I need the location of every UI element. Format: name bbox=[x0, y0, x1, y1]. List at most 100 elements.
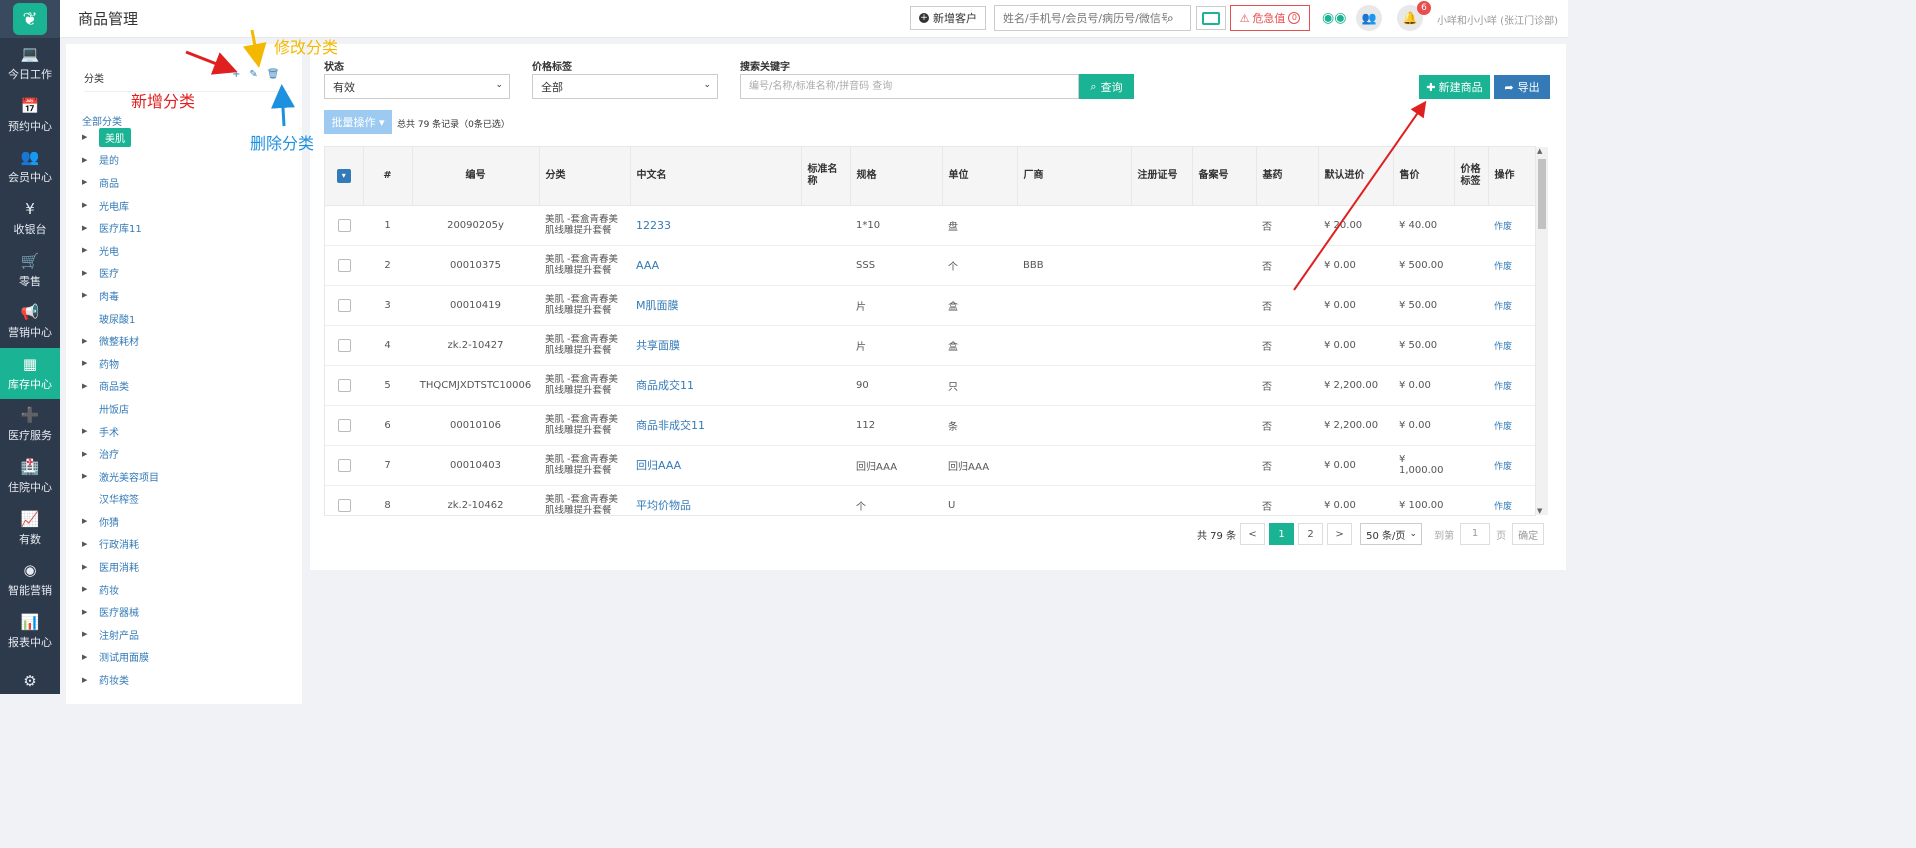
search-icon[interactable]: ⌕ bbox=[1167, 11, 1174, 26]
category-item[interactable]: ▶ 药物 bbox=[82, 352, 297, 375]
void-link[interactable]: 作废 bbox=[1494, 222, 1512, 232]
caret-right-icon[interactable]: ▶ bbox=[82, 540, 99, 548]
product-name-link[interactable]: 回归AAA bbox=[636, 459, 681, 472]
export-button[interactable]: ➦ 导出 bbox=[1494, 75, 1550, 99]
category-item[interactable]: ▶ 医用消耗 bbox=[82, 555, 297, 578]
sidebar-item-cart[interactable]: 🛒 零售 bbox=[0, 244, 60, 296]
category-label[interactable]: 美肌 bbox=[99, 127, 131, 147]
caret-right-icon[interactable]: ▶ bbox=[82, 630, 99, 638]
category-label[interactable]: 汉华榨签 bbox=[99, 491, 139, 506]
sidebar-item-bar-chart[interactable]: 📊 报表中心 bbox=[0, 606, 60, 658]
category-item[interactable]: ▶ 行政消耗 bbox=[82, 533, 297, 556]
page-size-select[interactable]: 50 条/页 ⌄ bbox=[1360, 523, 1423, 545]
category-label[interactable]: 测试用面膜 bbox=[99, 649, 149, 664]
category-label[interactable]: 卅饭店 bbox=[99, 401, 129, 416]
caret-right-icon[interactable]: ▶ bbox=[82, 133, 99, 141]
keyword-search-input[interactable] bbox=[740, 74, 1079, 99]
category-item[interactable]: ▶ 激光美容项目 bbox=[82, 465, 297, 488]
page-1-button[interactable]: 1 bbox=[1269, 523, 1295, 545]
category-item[interactable]: ▶ 光电 bbox=[82, 239, 297, 262]
category-label[interactable]: 药妆 bbox=[99, 582, 119, 597]
column-header[interactable]: 标准名称 bbox=[801, 147, 851, 206]
sidebar-item-building[interactable]: 🏥 住院中心 bbox=[0, 451, 60, 503]
sidebar-item-medkit[interactable]: ➕ 医疗服务 bbox=[0, 399, 60, 451]
caret-right-icon[interactable]: ▶ bbox=[82, 517, 99, 525]
void-link[interactable]: 作废 bbox=[1494, 502, 1512, 512]
sidebar-item-users[interactable]: 👥 会员中心 bbox=[0, 141, 60, 193]
product-name-link[interactable]: M肌面膜 bbox=[636, 299, 679, 312]
column-header[interactable]: 中文名 bbox=[630, 147, 802, 206]
category-item[interactable]: 卅饭店 bbox=[82, 397, 297, 420]
category-label[interactable]: 肉毒 bbox=[99, 288, 119, 303]
column-header[interactable]: 操作 bbox=[1488, 147, 1535, 206]
new-customer-button[interactable]: + 新增客户 bbox=[910, 6, 986, 30]
category-label[interactable]: 商品 bbox=[99, 175, 119, 190]
category-label[interactable]: 医疗库11 bbox=[99, 220, 142, 235]
category-label[interactable]: 玻尿酸1 bbox=[99, 311, 135, 326]
column-header[interactable]: # bbox=[363, 147, 413, 206]
void-link[interactable]: 作废 bbox=[1494, 422, 1512, 432]
caret-right-icon[interactable]: ▶ bbox=[82, 359, 99, 367]
sidebar-item-gear[interactable]: ⚙ bbox=[0, 657, 60, 694]
select-all-checkbox[interactable]: ▾ bbox=[336, 168, 351, 183]
table-scrollbar[interactable]: ▲ ▼ bbox=[1536, 147, 1548, 515]
category-label[interactable]: 医疗 bbox=[99, 265, 119, 280]
goto-confirm-button[interactable]: 确定 bbox=[1512, 523, 1545, 545]
caret-right-icon[interactable]: ▶ bbox=[82, 585, 99, 593]
column-header[interactable]: 单位 bbox=[942, 147, 1018, 206]
void-link[interactable]: 作废 bbox=[1494, 342, 1512, 352]
id-card-reader-button[interactable] bbox=[1196, 6, 1226, 30]
category-label[interactable]: 你猜 bbox=[99, 514, 119, 529]
row-checkbox[interactable] bbox=[337, 258, 351, 272]
caret-right-icon[interactable]: ▶ bbox=[82, 269, 99, 277]
wechat-icon[interactable]: ◉◉ bbox=[1322, 10, 1346, 26]
row-checkbox[interactable] bbox=[337, 378, 351, 392]
product-name-link[interactable]: 12233 bbox=[636, 219, 671, 232]
user-group-icon[interactable]: 👥 bbox=[1356, 5, 1382, 31]
category-label[interactable]: 微整耗材 bbox=[99, 333, 139, 348]
caret-right-icon[interactable]: ▶ bbox=[82, 472, 99, 480]
category-label[interactable]: 光电库 bbox=[99, 198, 129, 213]
caret-right-icon[interactable]: ▶ bbox=[82, 382, 99, 390]
sidebar-item-bullhorn[interactable]: 📢 营销中心 bbox=[0, 296, 60, 348]
caret-right-icon[interactable]: ▶ bbox=[82, 178, 99, 186]
category-item[interactable]: ▶ 药妆类 bbox=[82, 668, 297, 691]
category-label[interactable]: 光电 bbox=[99, 243, 119, 258]
category-item[interactable]: ▶ 商品 bbox=[82, 171, 297, 194]
caret-right-icon[interactable]: ▶ bbox=[82, 653, 99, 661]
add-category-icon[interactable]: + bbox=[232, 69, 240, 80]
caret-right-icon[interactable]: ▶ bbox=[82, 427, 99, 435]
price-tag-select[interactable]: 全部 ⌄ bbox=[532, 74, 718, 99]
product-name-link[interactable]: 商品成交11 bbox=[636, 379, 694, 392]
category-label[interactable]: 是的 bbox=[99, 152, 119, 167]
critical-value-button[interactable]: ⚠ 危急值 0 bbox=[1230, 5, 1310, 31]
category-item[interactable]: ▶ 肉毒 bbox=[82, 284, 297, 307]
row-checkbox[interactable] bbox=[337, 338, 351, 352]
caret-right-icon[interactable]: ▶ bbox=[82, 337, 99, 345]
row-checkbox[interactable] bbox=[337, 218, 351, 232]
category-item[interactable]: ▶ 医疗 bbox=[82, 262, 297, 285]
column-header[interactable]: 售价 bbox=[1393, 147, 1455, 206]
sidebar-item-grid[interactable]: ▦ 库存中心 bbox=[0, 347, 60, 400]
category-item[interactable]: 汉华榨签 bbox=[82, 488, 297, 511]
column-header[interactable]: 默认进价 bbox=[1318, 147, 1394, 206]
logo[interactable]: ❦ bbox=[0, 0, 60, 38]
category-label[interactable]: 医疗器械 bbox=[99, 604, 139, 619]
column-header[interactable]: 规格 bbox=[850, 147, 943, 206]
category-label[interactable]: 药物 bbox=[99, 356, 119, 371]
category-label[interactable]: 治疗 bbox=[99, 446, 119, 461]
category-label[interactable]: 行政消耗 bbox=[99, 536, 139, 551]
category-item[interactable]: ▶ 医疗器械 bbox=[82, 600, 297, 623]
caret-right-icon[interactable]: ▶ bbox=[82, 608, 99, 616]
category-item[interactable]: ▶ 光电库 bbox=[82, 194, 297, 217]
caret-right-icon[interactable]: ▶ bbox=[82, 246, 99, 254]
scroll-down-icon[interactable]: ▼ bbox=[1537, 507, 1542, 515]
page-2-button[interactable]: 2 bbox=[1298, 523, 1324, 545]
column-header[interactable]: 备案号 bbox=[1192, 147, 1257, 206]
category-item[interactable]: ▶ 药妆 bbox=[82, 578, 297, 601]
edit-category-icon[interactable]: ✎ bbox=[249, 69, 257, 80]
caret-right-icon[interactable]: ▶ bbox=[82, 156, 99, 164]
caret-right-icon[interactable]: ▶ bbox=[82, 291, 99, 299]
caret-right-icon[interactable]: ▶ bbox=[82, 563, 99, 571]
column-header[interactable]: 注册证号 bbox=[1131, 147, 1193, 206]
